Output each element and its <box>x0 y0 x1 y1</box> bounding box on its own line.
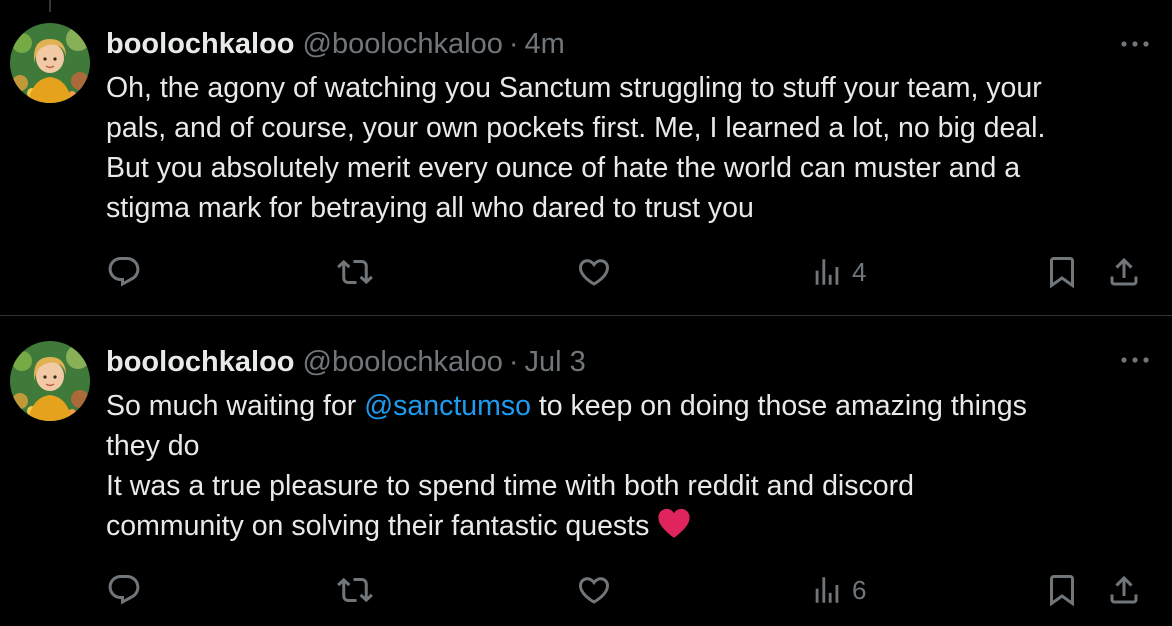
action-bar: 6 <box>0 570 1172 610</box>
timestamp[interactable]: Jul 3 <box>525 346 586 378</box>
timestamp[interactable]: 4m <box>525 28 565 60</box>
share-button[interactable] <box>1106 252 1142 292</box>
share-icon <box>1106 572 1142 608</box>
tweet-text-line: stigma mark for betraying all who dared … <box>106 192 754 224</box>
text-segment: community on solving their fantastic que… <box>106 510 658 542</box>
mention-link[interactable]: @sanctumso <box>364 390 531 422</box>
separator-dot: · <box>508 346 519 378</box>
tweet-text-line: pals, and of course, your own pockets fi… <box>106 112 1046 144</box>
tweet[interactable]: boolochkaloo @boolochkaloo · 4m Oh, the ago… <box>0 0 1172 316</box>
views-button[interactable]: 6 <box>810 570 866 610</box>
display-name[interactable]: boolochkaloo <box>106 28 295 60</box>
user-handle[interactable]: @boolochkaloo <box>303 28 503 60</box>
bookmark-icon <box>1044 254 1080 290</box>
thread-connector-line <box>49 0 51 12</box>
tweet-text-line: So much waiting for @sanctumso to keep o… <box>106 386 1146 426</box>
tweet-header: boolochkaloo @boolochkaloo · Jul 3 <box>106 344 586 380</box>
retweet-icon <box>337 254 373 290</box>
reply-icon <box>106 572 142 608</box>
text-segment: to keep on doing those amazing things <box>530 390 1027 422</box>
heart-emoji-icon <box>657 507 691 550</box>
views-icon <box>810 573 844 607</box>
views-button[interactable]: 4 <box>810 252 866 292</box>
like-button[interactable] <box>576 570 612 610</box>
like-icon <box>576 254 612 290</box>
separator-dot: · <box>508 28 519 60</box>
tweet-text-line: community on solving their fantastic que… <box>106 506 1146 550</box>
like-icon <box>576 572 612 608</box>
more-icon[interactable] <box>1118 34 1152 54</box>
like-button[interactable] <box>576 252 612 292</box>
tweet-text-line: But you absolutely merit every ounce of … <box>106 152 1021 184</box>
reply-icon <box>106 254 142 290</box>
reply-button[interactable] <box>106 252 142 292</box>
retweet-icon <box>337 572 373 608</box>
views-count: 6 <box>852 574 867 605</box>
retweet-button[interactable] <box>337 252 373 292</box>
text-segment: So much waiting for <box>106 390 365 422</box>
action-bar: 4 <box>0 252 1172 292</box>
avatar[interactable] <box>10 341 90 421</box>
user-handle[interactable]: @boolochkaloo <box>303 346 503 378</box>
share-icon <box>1106 254 1142 290</box>
more-icon[interactable] <box>1118 350 1152 370</box>
retweet-button[interactable] <box>337 570 373 610</box>
tweet-text: Oh, the agony of watching you Sanctum st… <box>106 68 1146 228</box>
tweet-header: boolochkaloo @boolochkaloo · 4m <box>106 26 565 62</box>
share-button[interactable] <box>1106 570 1142 610</box>
reply-button[interactable] <box>106 570 142 610</box>
tweet-text: So much waiting for @sanctumso to keep o… <box>106 386 1146 550</box>
display-name[interactable]: boolochkaloo <box>106 346 295 378</box>
views-icon <box>810 255 844 289</box>
bookmark-icon <box>1044 572 1080 608</box>
bookmark-button[interactable] <box>1044 570 1080 610</box>
tweet-text-line: Oh, the agony of watching you Sanctum st… <box>106 72 1042 104</box>
avatar[interactable] <box>10 23 90 103</box>
bookmark-button[interactable] <box>1044 252 1080 292</box>
tweet-text-line: they do <box>106 430 200 462</box>
views-count: 4 <box>852 256 867 287</box>
tweet-text-line: It was a true pleasure to spend time wit… <box>106 470 914 502</box>
